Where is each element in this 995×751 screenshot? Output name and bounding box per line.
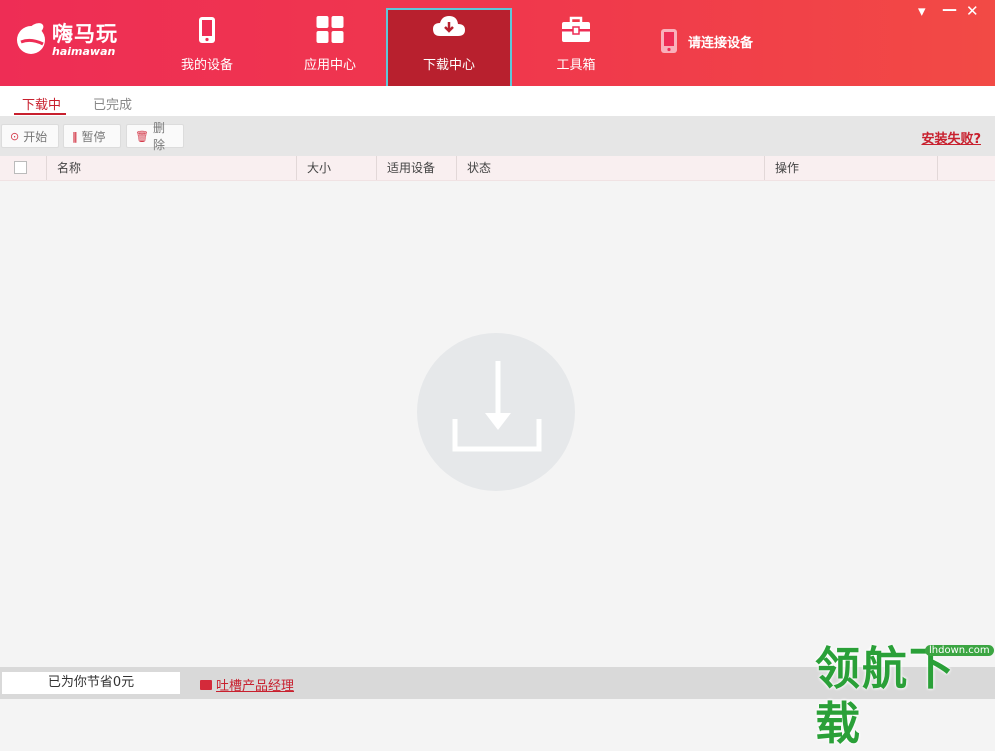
- active-tab-indicator: [14, 113, 66, 115]
- column-device[interactable]: 适用设备: [377, 156, 457, 180]
- savings-text: 已为你节省0元: [2, 672, 180, 694]
- nav-label: 工具箱: [556, 58, 596, 73]
- nav-download-center[interactable]: 下载中心: [386, 8, 512, 88]
- download-subtabs: 下载中 已完成: [0, 86, 995, 116]
- nav-toolbox[interactable]: 工具箱: [513, 8, 639, 88]
- menu-dropdown-icon[interactable]: ▾: [918, 2, 926, 20]
- pause-icon: ‖: [72, 129, 78, 143]
- start-button[interactable]: ⊙ 开始: [1, 124, 59, 148]
- delete-button[interactable]: 🗑 删除: [126, 121, 184, 152]
- watermark-site: lhdown.com: [925, 645, 994, 656]
- tab-downloading[interactable]: 下载中: [22, 94, 61, 113]
- logo-text-en: haimawan: [52, 45, 116, 58]
- start-label: 开始: [23, 129, 48, 144]
- play-circle-icon: ⊙: [10, 129, 20, 143]
- phone-outline-icon: [661, 29, 677, 53]
- apps-grid-icon: [316, 16, 344, 43]
- column-name[interactable]: 名称: [47, 156, 297, 180]
- nav-label: 下载中心: [422, 58, 475, 73]
- watermark-text: 领航下载: [815, 642, 957, 750]
- delete-label: 删除: [152, 121, 165, 152]
- select-all-cell: [0, 156, 47, 180]
- column-status[interactable]: 状态: [457, 156, 765, 180]
- app-logo: 嗨马玩 haimawan: [16, 16, 126, 66]
- table-header: 名称 大小 适用设备 状态 操作: [0, 156, 995, 181]
- connect-device[interactable]: 请连接设备: [660, 28, 753, 54]
- column-actions[interactable]: 操作: [765, 156, 938, 180]
- column-size[interactable]: 大小: [297, 156, 377, 180]
- trash-icon: 🗑: [135, 129, 149, 143]
- toolbar: ⊙ 开始 ‖ 暂停 🗑 删除 安装失败?: [0, 116, 995, 156]
- install-failed-link[interactable]: 安装失败?: [921, 128, 981, 147]
- cloud-download-icon: [433, 16, 465, 36]
- pause-label: 暂停: [81, 129, 106, 144]
- minimize-button[interactable]: —: [942, 0, 957, 18]
- phone-icon: [199, 17, 215, 43]
- feedback-link[interactable]: 吐槽产品经理: [200, 675, 294, 694]
- logo-text-cn: 嗨马玩: [52, 22, 118, 46]
- nav-label: 我的设备: [180, 58, 233, 73]
- empty-state: [417, 333, 575, 491]
- tab-completed[interactable]: 已完成: [93, 94, 132, 113]
- download-tray-icon: [452, 361, 542, 452]
- nav-my-device[interactable]: 我的设备: [144, 8, 270, 88]
- toolbox-icon: [562, 16, 590, 42]
- select-all-checkbox[interactable]: [14, 161, 27, 174]
- feedback-label: 吐槽产品经理: [216, 679, 295, 694]
- nav-label: 应用中心: [303, 58, 356, 73]
- pause-button[interactable]: ‖ 暂停: [63, 124, 121, 148]
- nav-app-center[interactable]: 应用中心: [267, 8, 393, 88]
- connect-device-label: 请连接设备: [688, 35, 754, 51]
- chat-bubble-icon: [200, 679, 212, 690]
- title-bar: 嗨马玩 haimawan 我的设备 应用中心 下载中心 工具箱 请连接设备 ▾ …: [0, 0, 995, 88]
- logo-mark-icon: [17, 23, 45, 54]
- close-button[interactable]: ✕: [966, 2, 979, 20]
